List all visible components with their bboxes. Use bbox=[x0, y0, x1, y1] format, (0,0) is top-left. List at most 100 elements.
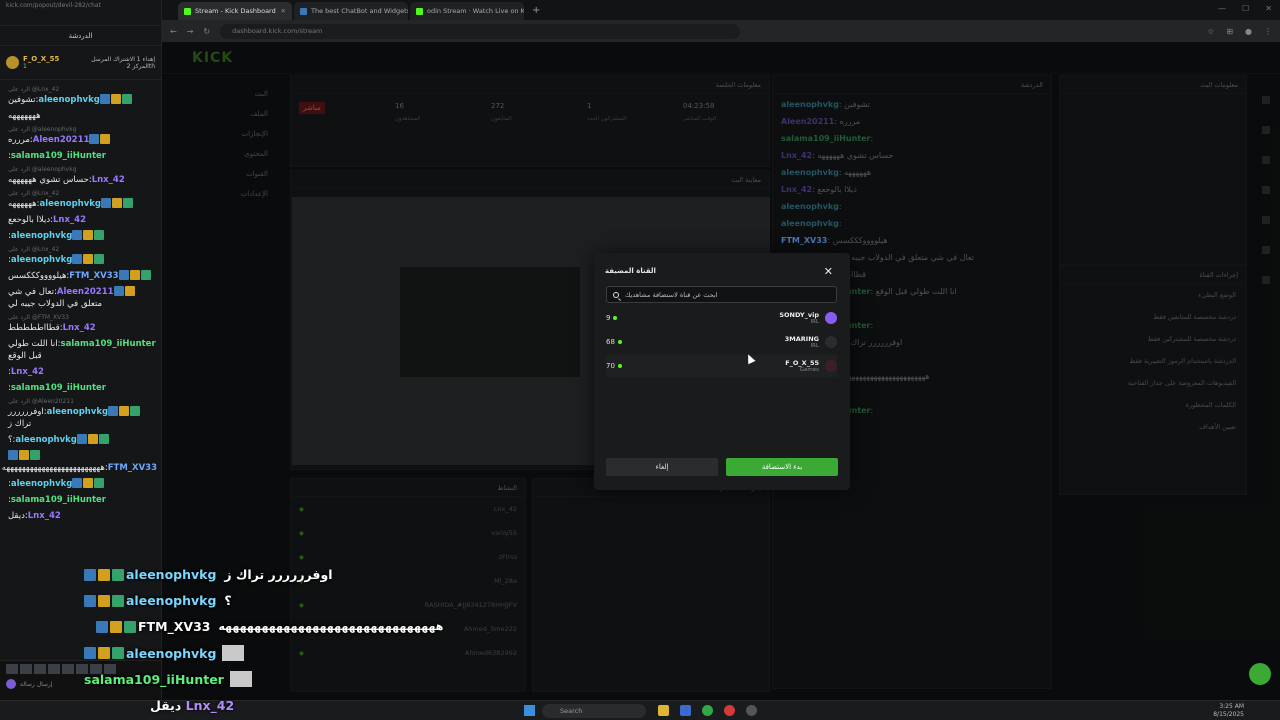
chat-username[interactable]: salama109_iiHunter bbox=[61, 339, 156, 349]
profile-icon[interactable]: ● bbox=[1245, 27, 1252, 36]
close-window-icon[interactable]: ✕ bbox=[1265, 4, 1272, 13]
chat-message[interactable]: Lnx_42:ديقل bbox=[8, 510, 157, 522]
reply-context: الرد على @FTM_XV33 bbox=[8, 314, 69, 321]
chat-message[interactable]: salama109_iiHunter: bbox=[8, 382, 157, 394]
channel-search-input[interactable] bbox=[625, 290, 825, 299]
chat-username[interactable]: Lnx_42 bbox=[28, 511, 61, 521]
overlay-chat-message: aleenophvkg bbox=[84, 645, 245, 661]
badge-icon bbox=[72, 254, 83, 264]
chat-message-text: ههههههه bbox=[8, 199, 37, 209]
channel-category: IRL bbox=[810, 319, 819, 325]
chat-username[interactable]: aleenophvkg bbox=[40, 199, 101, 209]
bookmark-icon[interactable]: ☆ bbox=[1207, 27, 1214, 36]
chrome-icon[interactable] bbox=[702, 705, 713, 716]
mic-icon[interactable] bbox=[6, 679, 16, 689]
close-tab-icon[interactable]: ✕ bbox=[281, 7, 286, 15]
tab-chatbot[interactable]: The best ChatBot and Widgets✕ bbox=[294, 2, 408, 20]
maximize-icon[interactable]: ☐ bbox=[1242, 4, 1249, 13]
emote-icon[interactable] bbox=[62, 664, 74, 674]
start-hosting-button[interactable]: بدء الاستضافة bbox=[726, 458, 838, 476]
chat-message[interactable]: aleenophvkg:تشوفين bbox=[8, 94, 157, 106]
app-icon[interactable] bbox=[724, 705, 735, 716]
chat-message[interactable]: salama109_iiHunter:انا اللت طولي قبل الو… bbox=[8, 338, 157, 362]
badge-icon bbox=[98, 434, 109, 444]
chat-message[interactable]: aleenophvkg: bbox=[8, 478, 157, 490]
chat-username[interactable]: salama109_iiHunter bbox=[11, 151, 106, 161]
chat-message[interactable]: Aleen20211:مررره bbox=[8, 134, 157, 146]
chat-message[interactable]: Lnx_42:حساس تشوي ههههههه bbox=[8, 174, 157, 186]
chat-username[interactable]: salama109_iiHunter bbox=[11, 383, 106, 393]
emote-icon bbox=[229, 671, 252, 687]
chat-message[interactable]: FTM_XV33:هههههههههههههههههههههههههه bbox=[2, 450, 157, 474]
chat-username[interactable]: Aleen20211 bbox=[57, 287, 114, 297]
chat-username[interactable]: Lnx_42 bbox=[92, 175, 125, 185]
chat-username[interactable]: Lnx_42 bbox=[11, 367, 44, 377]
chat-message[interactable]: aleenophvkg: bbox=[8, 230, 157, 242]
channel-option[interactable]: 68 3MARING IRL bbox=[606, 331, 837, 353]
menu-icon[interactable]: ⋮ bbox=[1264, 27, 1272, 36]
chat-username[interactable]: aleenophvkg bbox=[11, 479, 72, 489]
windows-start-icon[interactable] bbox=[524, 705, 535, 716]
pinned-gift-banner[interactable]: F_O_X_55 1 إهداء 1 الاشتراك المرسل المرك… bbox=[0, 46, 161, 80]
cancel-button[interactable]: إلغاء bbox=[606, 458, 718, 476]
chat-username[interactable]: salama109_iiHunter bbox=[11, 495, 106, 505]
chat-input[interactable]: إرسال رسالة bbox=[20, 681, 52, 688]
channel-search-field[interactable] bbox=[606, 286, 837, 303]
emote-icon[interactable] bbox=[6, 664, 18, 674]
reload-icon[interactable]: ↻ bbox=[203, 27, 210, 36]
chat-username[interactable]: aleenophvkg bbox=[11, 231, 72, 241]
overlay-username: aleenophvkg bbox=[126, 645, 217, 661]
live-dot-icon bbox=[613, 316, 618, 320]
overlay-chat-message: aleenophvkg ؟ bbox=[84, 593, 232, 608]
chat-username[interactable]: Lnx_42 bbox=[63, 323, 96, 333]
chat-message[interactable]: aleenophvkg:اوفرررررر تراك ز bbox=[8, 406, 157, 430]
obs-icon[interactable] bbox=[746, 705, 757, 716]
chat-username[interactable]: FTM_XV33 bbox=[69, 271, 118, 281]
close-icon[interactable]: ✕ bbox=[824, 265, 833, 278]
floating-action-button[interactable] bbox=[1249, 663, 1271, 685]
emote-icon[interactable] bbox=[34, 664, 46, 674]
taskbar-search[interactable]: Search bbox=[542, 704, 646, 718]
forward-icon[interactable]: → bbox=[187, 27, 194, 36]
minimize-icon[interactable]: — bbox=[1218, 4, 1226, 13]
tab-odin-stream[interactable]: odin Stream · Watch Live on K✕ bbox=[410, 2, 524, 20]
back-icon[interactable]: ← bbox=[170, 27, 177, 36]
chat-message[interactable]: salama109_iiHunter: bbox=[8, 150, 157, 162]
emote-icon[interactable] bbox=[48, 664, 60, 674]
badge-icon bbox=[84, 568, 96, 581]
chat-message-text: قطااططططط bbox=[8, 323, 60, 333]
live-dot-icon bbox=[617, 340, 622, 344]
chat-message[interactable]: salama109_iiHunter: bbox=[8, 494, 157, 506]
reply-context: الرد على @Aleen20211 bbox=[8, 398, 74, 405]
file-explorer-icon[interactable] bbox=[658, 705, 669, 716]
chat-username[interactable]: FTM_XV33 bbox=[108, 463, 157, 473]
tab-kick-dashboard[interactable]: Stream - Kick Dashboard ✕ bbox=[178, 2, 292, 20]
chat-username[interactable]: Aleen20211 bbox=[33, 135, 90, 145]
channel-option[interactable]: 70 F_O_X_55 Games bbox=[606, 355, 837, 377]
chat-message[interactable]: Lnx_42:ديلاا بالوحعع bbox=[8, 214, 157, 226]
host-channel-modal: القناة المضيفة ✕ 9 SONDY_vipIRL 68 3MARI… bbox=[594, 253, 850, 490]
chat-message[interactable]: aleenophvkg: bbox=[8, 254, 157, 266]
chat-username[interactable]: aleenophvkg bbox=[15, 435, 76, 445]
badge-icon bbox=[94, 254, 105, 264]
chat-username[interactable]: aleenophvkg bbox=[38, 95, 99, 105]
chat-message[interactable]: aleenophvkg:؟ bbox=[8, 434, 157, 446]
chat-username[interactable]: aleenophvkg bbox=[47, 407, 108, 417]
chat-message[interactable]: Aleen20211:تعال في شي متعلق في الدولاب ج… bbox=[8, 286, 157, 310]
chat-username[interactable]: Lnx_42 bbox=[53, 215, 86, 225]
chat-username[interactable]: aleenophvkg bbox=[11, 255, 72, 265]
chat-message[interactable]: FTM_XV33:هيلووووكككسس bbox=[8, 270, 157, 282]
url-field[interactable]: dashboard.kick.com/stream bbox=[220, 23, 741, 39]
new-tab-button[interactable]: + bbox=[526, 5, 546, 16]
chat-message[interactable]: aleenophvkg:ههههههه bbox=[8, 198, 157, 210]
overlay-username: aleenophvkg bbox=[126, 567, 217, 582]
channel-option[interactable]: 9 SONDY_vip IRL bbox=[606, 307, 837, 329]
tab-strip: Stream - Kick Dashboard ✕ The best ChatBo… bbox=[162, 0, 1280, 20]
extensions-icon[interactable]: ⊞ bbox=[1226, 27, 1233, 36]
chat-title: الدردشة bbox=[0, 26, 161, 46]
emote-icon[interactable] bbox=[20, 664, 32, 674]
chat-message[interactable]: Lnx_42:قطااططططط bbox=[8, 322, 157, 334]
app-icon[interactable] bbox=[680, 705, 691, 716]
overlay-chat-message: aleenophvkg اوفرررررر تراك ز bbox=[84, 567, 333, 582]
chat-message[interactable]: Lnx_42: bbox=[8, 366, 157, 378]
